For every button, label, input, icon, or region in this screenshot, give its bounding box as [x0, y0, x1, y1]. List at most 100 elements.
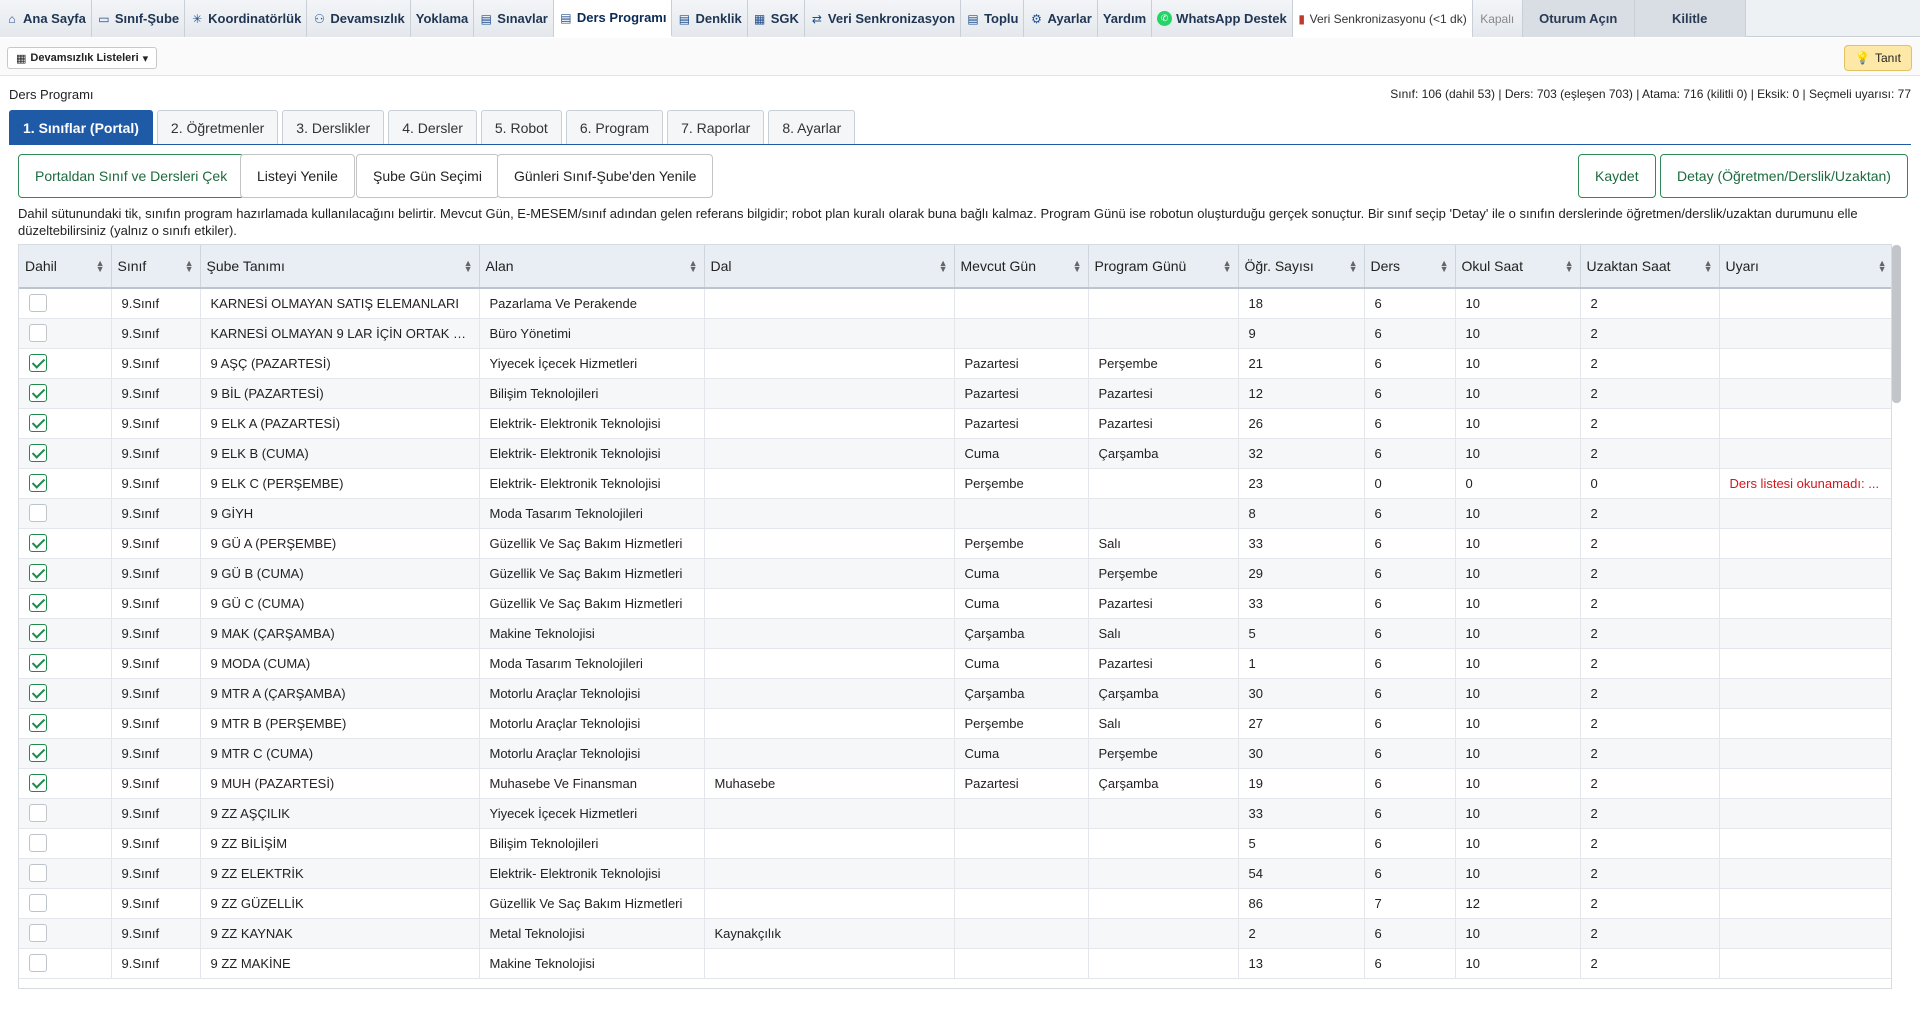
- cell-mevcut: Pazartesi: [954, 378, 1089, 409]
- top-tab-denklik[interactable]: ▤ Denklik: [672, 0, 748, 37]
- sub-tab-3[interactable]: 3. Derslikler: [282, 110, 385, 144]
- sub-tab-2[interactable]: 2. Öğretmenler: [156, 110, 279, 144]
- include-checkbox[interactable]: [29, 954, 47, 972]
- include-checkbox[interactable]: [29, 624, 47, 642]
- table-row[interactable]: 9.Sınıf 9 ZZ KAYNAK Metal Teknolojisi Kayna…: [19, 918, 1891, 949]
- include-checkbox[interactable]: [29, 864, 47, 882]
- sub-tab-5[interactable]: 5. Robot: [480, 110, 562, 144]
- table-row[interactable]: 9.Sınıf 9 ZZ BİLİŞİM Bilişim Teknolojileri…: [19, 828, 1891, 859]
- column-header[interactable]: Öğr. Sayısı ▲ ▼: [1238, 245, 1365, 289]
- top-tab-yard-m[interactable]: Yardım: [1097, 0, 1153, 37]
- include-checkbox[interactable]: [29, 444, 47, 462]
- table-row[interactable]: 9.Sınıf 9 GÜ C (CUMA) Güzellik Ve Saç Bakı…: [19, 588, 1891, 619]
- cell-mevcut: [954, 888, 1089, 919]
- include-checkbox[interactable]: [29, 714, 47, 732]
- column-header[interactable]: Sınıf ▲ ▼: [111, 245, 201, 289]
- include-checkbox[interactable]: [29, 774, 47, 792]
- save-button[interactable]: Kaydet: [1578, 154, 1656, 198]
- cell-program: Çarşamba: [1088, 678, 1239, 709]
- top-tab-toplu[interactable]: ▤ Toplu: [961, 0, 1025, 37]
- include-checkbox[interactable]: [29, 384, 47, 402]
- include-checkbox[interactable]: [29, 324, 47, 342]
- include-checkbox[interactable]: [29, 294, 47, 313]
- table-row[interactable]: 9.Sınıf 9 MTR A (ÇARŞAMBA) Motorlu Araçlar…: [19, 678, 1891, 709]
- include-checkbox[interactable]: [29, 684, 47, 702]
- include-checkbox[interactable]: [29, 474, 47, 492]
- top-tab-label: Veri Senkronizasyon: [827, 11, 956, 26]
- cell-dal: [704, 408, 955, 439]
- column-header[interactable]: Program Günü ▲ ▼: [1088, 245, 1239, 289]
- top-tab-yoklama[interactable]: Yoklama: [410, 0, 475, 37]
- lock-button[interactable]: Kilitle: [1634, 0, 1746, 37]
- refresh-list-button[interactable]: Listeyi Yenile: [240, 154, 355, 198]
- table-row[interactable]: 9.Sınıf 9 MODA (CUMA) Moda Tasarım Teknolo…: [19, 648, 1891, 679]
- top-tab-veri-senkronizasyon[interactable]: ⇄ Veri Senkronizasyon: [804, 0, 962, 37]
- login-button[interactable]: Oturum Açın: [1522, 0, 1635, 37]
- table-row[interactable]: 9.Sınıf KARNESİ OLMAYAN SATIŞ ELEMANLARI P…: [19, 288, 1891, 319]
- renew-days-button[interactable]: Günleri Sınıf-Şube'den Yenile: [497, 154, 714, 198]
- top-tab-ders-program-[interactable]: ▤ Ders Programı: [553, 0, 673, 37]
- column-header[interactable]: Uzaktan Saat ▲ ▼: [1580, 245, 1720, 289]
- table-row[interactable]: 9.Sınıf 9 MAK (ÇARŞAMBA) Makine Teknolojis…: [19, 618, 1891, 649]
- table-row[interactable]: 9.Sınıf 9 ZZ GÜZELLİK Güzellik Ve Saç Bakı…: [19, 888, 1891, 919]
- include-checkbox[interactable]: [29, 654, 47, 672]
- include-checkbox[interactable]: [29, 894, 47, 912]
- column-header[interactable]: Okul Saat ▲ ▼: [1455, 245, 1581, 289]
- branch-day-select-button[interactable]: Şube Gün Seçimi: [356, 154, 499, 198]
- sub-tab-7[interactable]: 7. Raporlar: [667, 110, 765, 144]
- include-checkbox[interactable]: [29, 804, 47, 822]
- table-row[interactable]: 9.Sınıf 9 ELK B (CUMA) Elektrik- Elektroni…: [19, 438, 1891, 469]
- detail-button[interactable]: Detay (Öğretmen/Derslik/Uzaktan): [1660, 154, 1908, 198]
- table-row[interactable]: 9.Sınıf 9 ZZ ELEKTRİK Elektrik- Elektronik…: [19, 858, 1891, 889]
- include-checkbox[interactable]: [29, 594, 47, 612]
- table-row[interactable]: 9.Sınıf 9 ZZ MAKİNE Makine Teknolojisi 13 6 1…: [19, 948, 1891, 979]
- top-tab-ana-sayfa[interactable]: ⌂ Ana Sayfa: [0, 0, 92, 37]
- column-header[interactable]: Dal ▲ ▼: [704, 245, 955, 289]
- top-tab-devams-zl-k[interactable]: ⚇ Devamsızlık: [307, 0, 411, 37]
- sub-tab-6[interactable]: 6. Program: [565, 110, 664, 144]
- cell-mevcut: Cuma: [954, 738, 1089, 769]
- table-row[interactable]: 9.Sınıf 9 GİYH Moda Tasarım Teknolojileri 8…: [19, 498, 1891, 529]
- cell-ders: 6: [1364, 738, 1456, 769]
- include-checkbox[interactable]: [29, 924, 47, 942]
- top-tab-whatsapp-destek[interactable]: ✆ WhatsApp Destek: [1152, 0, 1293, 37]
- table-row[interactable]: 9.Sınıf 9 ELK A (PAZARTESİ) Elektrik- Elek…: [19, 408, 1891, 439]
- sub-tab-4[interactable]: 4. Dersler: [388, 110, 477, 144]
- top-tab-sgk[interactable]: ▦ SGK: [747, 0, 805, 37]
- column-header[interactable]: Mevcut Gün ▲ ▼: [954, 245, 1089, 289]
- include-checkbox[interactable]: [29, 744, 47, 762]
- include-checkbox[interactable]: [29, 354, 47, 372]
- table-row[interactable]: 9.Sınıf 9 ELK C (PERŞEMBE) Elektrik- Elekt…: [19, 468, 1891, 499]
- include-checkbox[interactable]: [29, 834, 47, 852]
- fetch-from-portal-button[interactable]: Portaldan Sınıf ve Dersleri Çek: [18, 154, 245, 198]
- column-header[interactable]: Dahil ▲ ▼: [19, 245, 112, 289]
- table-row[interactable]: 9.Sınıf 9 MUH (PAZARTESİ) Muhasebe Ve Fina…: [19, 768, 1891, 799]
- table-row[interactable]: 9.Sınıf 9 MTR C (CUMA) Motorlu Araçlar Tek…: [19, 738, 1891, 769]
- sub-tab-8[interactable]: 8. Ayarlar: [768, 110, 856, 144]
- top-tab-s-n-f-ube[interactable]: ▭ Sınıf-Şube: [91, 0, 186, 37]
- tanit-button[interactable]: 💡 Tanıt: [1844, 45, 1912, 71]
- table-row[interactable]: 9.Sınıf 9 GÜ A (PERŞEMBE) Güzellik Ve Saç …: [19, 528, 1891, 559]
- table-row[interactable]: 9.Sınıf 9 MTR B (PERŞEMBE) Motorlu Araçlar…: [19, 708, 1891, 739]
- sync-status-tab[interactable]: ▮ Veri Senkronizasyonu (<1 dk): [1292, 0, 1473, 37]
- table-row[interactable]: 9.Sınıf 9 GÜ B (CUMA) Güzellik Ve Saç Bakı…: [19, 558, 1891, 589]
- table-row[interactable]: 9.Sınıf 9 AŞÇ (PAZARTESİ) Yiyecek İçecek H…: [19, 348, 1891, 379]
- include-checkbox[interactable]: [29, 504, 47, 522]
- include-checkbox[interactable]: [29, 414, 47, 432]
- column-header[interactable]: Alan ▲ ▼: [479, 245, 705, 289]
- table-row[interactable]: 9.Sınıf 9 BİL (PAZARTESİ) Bilişim Teknoloj…: [19, 378, 1891, 409]
- column-header[interactable]: Ders ▲ ▼: [1364, 245, 1456, 289]
- table-row[interactable]: 9.Sınıf 9 ZZ AŞÇILIK Yiyecek İçecek Hizmet…: [19, 798, 1891, 829]
- top-tab-koordinat-rl-k[interactable]: ✳ Koordinatörlük: [185, 0, 308, 37]
- table-row[interactable]: 9.Sınıf KARNESİ OLMAYAN 9 LAR İÇİN ORTAK …: [19, 318, 1891, 349]
- column-header[interactable]: Uyarı ▲ ▼: [1719, 245, 1891, 289]
- table-scrollbar[interactable]: [1892, 245, 1901, 403]
- include-checkbox[interactable]: [29, 564, 47, 582]
- top-tab-s-navlar[interactable]: ▤ Sınavlar: [474, 0, 554, 37]
- cell-sube: 9 MTR A (ÇARŞAMBA): [200, 678, 480, 709]
- sub-tab-1[interactable]: 1. Sınıflar (Portal): [9, 110, 153, 144]
- column-header[interactable]: Şube Tanımı ▲ ▼: [200, 245, 480, 289]
- include-checkbox[interactable]: [29, 534, 47, 552]
- attendance-lists-dropdown[interactable]: ▦ Devamsızlık Listeleri ▾: [7, 47, 158, 69]
- top-tab-ayarlar[interactable]: ⚙ Ayarlar: [1024, 0, 1098, 37]
